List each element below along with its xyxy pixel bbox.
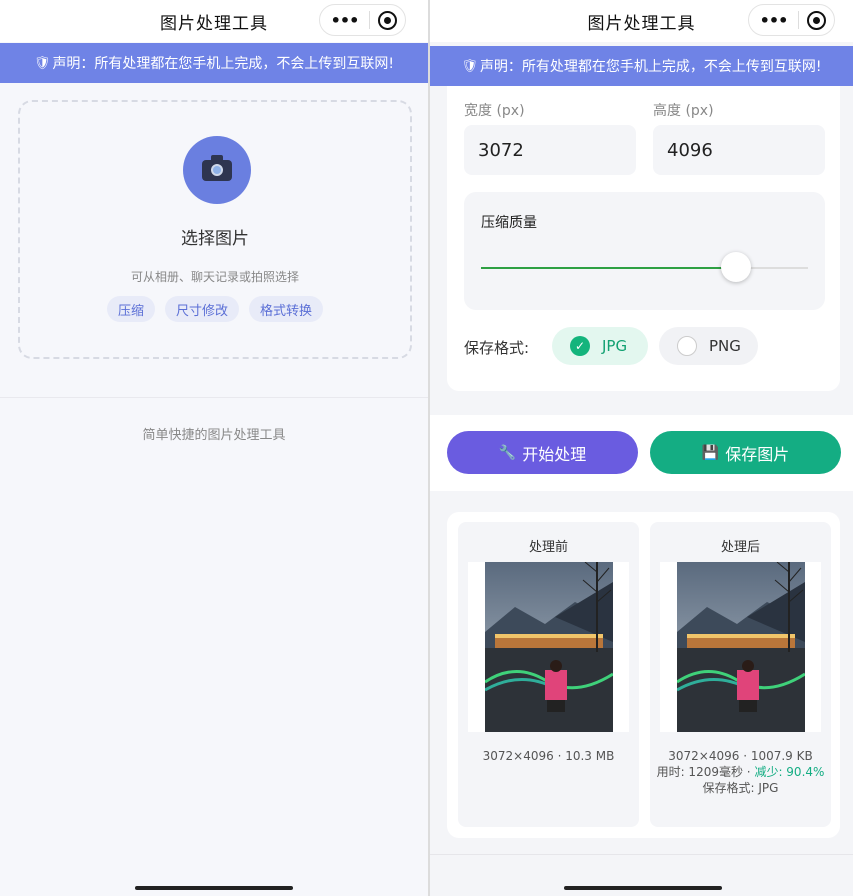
action-panel: 🔧 开始处理 💾 保存图片 <box>430 415 853 491</box>
privacy-notice-text: 声明：所有处理都在您手机上完成，不会上传到互联网! <box>52 56 395 72</box>
wrench-icon: 🔧 <box>498 444 517 461</box>
radio-icon <box>677 336 697 356</box>
page-title: 图片处理工具 <box>160 13 268 34</box>
save-image-label: 保存图片 <box>725 444 790 464</box>
feature-tag-convert: 格式转换 <box>249 296 324 322</box>
before-thumbnail[interactable] <box>468 562 629 732</box>
after-format-info: 保存格式: JPG <box>702 781 779 795</box>
target-icon[interactable] <box>799 10 834 30</box>
format-option-label: JPG <box>602 337 628 355</box>
feature-tag-compress: 压缩 <box>106 296 155 322</box>
quality-slider-fill <box>481 267 737 269</box>
home-indicator <box>564 886 722 890</box>
feature-tags: 压缩 尺寸修改 格式转换 <box>20 296 410 322</box>
processing-time: 用时: 1209毫秒 · <box>656 765 751 779</box>
select-image-subtitle: 可从相册、聊天记录或拍照选择 <box>130 270 299 284</box>
after-time-info: 用时: 1209毫秒 · 减少: 90.4% <box>654 764 827 780</box>
format-option-label: PNG <box>709 337 741 355</box>
bottom-divider <box>430 854 853 855</box>
home-screen: 图片处理工具 ••• 🛡 声明：所有处理都在您手机上完成，不会上传到互联网! 选… <box>0 0 428 896</box>
format-label: 保存格式: <box>464 339 530 357</box>
height-input[interactable]: 4096 <box>653 125 825 175</box>
after-title: 处理后 <box>720 540 760 555</box>
settings-card: 宽度 (px) 3072 高度 (px) 4096 压缩质量 保存格式: ✓ J… <box>447 86 840 391</box>
camera-icon <box>183 136 251 204</box>
feature-tag-resize: 尺寸修改 <box>164 296 239 322</box>
floppy-disk-icon: 💾 <box>701 444 720 461</box>
privacy-notice: 🛡 声明：所有处理都在您手机上完成，不会上传到互联网! <box>0 43 428 83</box>
after-info: 3072×4096 · 1007.9 KB 用时: 1209毫秒 · 减少: 9… <box>654 748 827 796</box>
home-indicator <box>135 886 293 890</box>
after-size-info: 3072×4096 · 1007.9 KB <box>668 749 813 763</box>
privacy-notice-text: 声明：所有处理都在您手机上完成，不会上传到互联网! <box>479 59 822 75</box>
quality-panel: 压缩质量 <box>464 192 825 310</box>
start-process-button[interactable]: 🔧 开始处理 <box>447 431 638 474</box>
quality-label: 压缩质量 <box>481 215 537 231</box>
after-thumbnail[interactable] <box>660 562 821 732</box>
footer-text: 简单快捷的图片处理工具 <box>142 428 286 443</box>
page-title: 图片处理工具 <box>587 13 696 34</box>
nav-bar: 图片处理工具 ••• <box>430 0 853 42</box>
footer-divider <box>0 397 428 398</box>
image-picker[interactable]: 选择图片 可从相册、聊天记录或拍照选择 压缩 尺寸修改 格式转换 <box>18 100 412 359</box>
select-image-title: 选择图片 <box>181 229 249 249</box>
quality-slider-thumb[interactable] <box>721 252 752 282</box>
format-option-jpg[interactable]: ✓ JPG <box>552 327 648 365</box>
before-title: 处理前 <box>528 540 568 555</box>
mini-program-capsule: ••• <box>319 4 406 36</box>
width-label: 宽度 (px) <box>464 103 525 119</box>
width-input[interactable]: 3072 <box>464 125 636 175</box>
more-dots-icon[interactable]: ••• <box>749 11 798 30</box>
format-option-png[interactable]: PNG <box>659 327 758 365</box>
before-info: 3072×4096 · 10.3 MB <box>482 749 615 763</box>
mini-program-capsule: ••• <box>748 4 835 36</box>
photo-thumbnail <box>484 562 613 732</box>
shield-icon: 🛡 <box>461 58 478 74</box>
start-process-label: 开始处理 <box>522 444 587 464</box>
quality-slider[interactable] <box>481 252 808 282</box>
shield-icon: 🛡 <box>33 55 51 71</box>
photo-thumbnail <box>676 562 805 732</box>
editor-screen: 图片处理工具 ••• 🛡 声明：所有处理都在您手机上完成，不会上传到互联网! 宽… <box>430 0 853 896</box>
check-icon: ✓ <box>570 336 590 356</box>
size-reduction: 减少: 90.4% <box>754 765 825 779</box>
before-panel: 处理前 3072×4096 · 10.3 MB <box>458 522 639 827</box>
nav-bar: 图片处理工具 ••• <box>0 0 428 42</box>
height-label: 高度 (px) <box>653 103 714 119</box>
privacy-notice: 🛡 声明：所有处理都在您手机上完成，不会上传到互联网! <box>430 46 853 86</box>
after-panel: 处理后 3072×4096 · 1007.9 KB 用时: 1209毫秒 · 减… <box>650 522 831 827</box>
target-icon[interactable] <box>370 10 405 30</box>
save-image-button[interactable]: 💾 保存图片 <box>650 431 841 474</box>
more-dots-icon[interactable]: ••• <box>320 11 369 30</box>
compare-card: 处理前 3072×4096 · 10.3 MB 处理后 3072×4096 · … <box>447 512 840 838</box>
